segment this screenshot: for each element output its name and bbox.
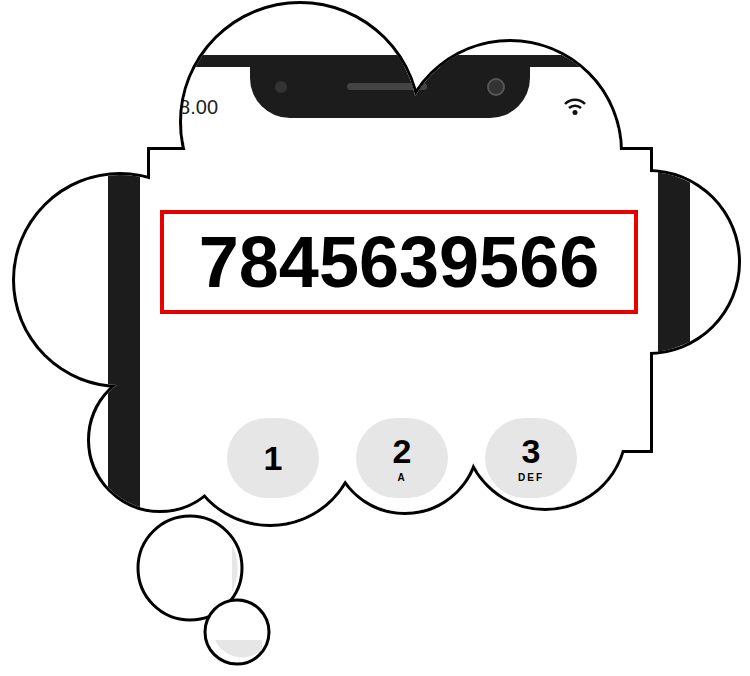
- sensor-icon: [275, 81, 287, 93]
- status-time: 08.00: [168, 92, 218, 122]
- wifi-icon: [564, 98, 586, 116]
- keypad-key[interactable]: 2A: [356, 418, 448, 498]
- camera-icon: [487, 78, 505, 96]
- dialed-number: 7845639566: [199, 226, 599, 298]
- number-display: 7845639566: [160, 210, 638, 314]
- cloud-content: 08.00 7845639566 1 2A 3DEF: [0, 0, 750, 676]
- phone-notch: [250, 55, 530, 118]
- thought-illustration: 08.00 7845639566 1 2A 3DEF: [0, 0, 750, 676]
- keypad-key[interactable]: 1: [227, 418, 319, 498]
- keypad: 1 2A 3DEF: [140, 418, 658, 498]
- keypad-key[interactable]: 3DEF: [485, 418, 577, 498]
